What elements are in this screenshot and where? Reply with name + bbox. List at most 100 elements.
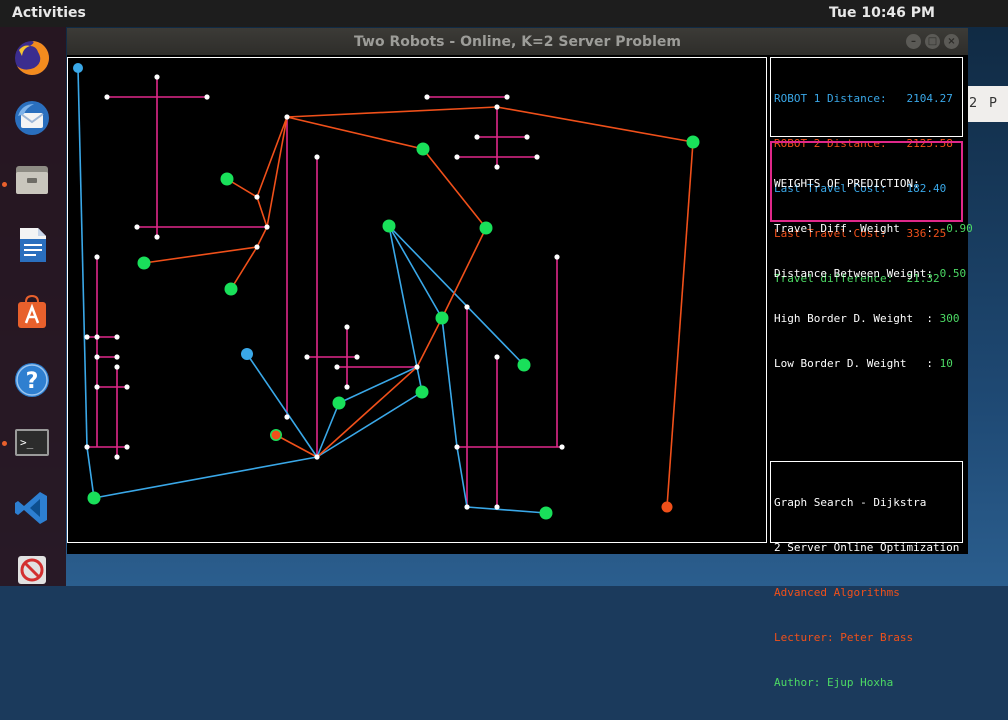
graph-node [154,74,160,80]
libreoffice-writer-icon [20,228,46,262]
weight-value: -0.90 [939,222,973,235]
graph-node [524,134,530,140]
graph-node [344,384,350,390]
robot2-path-segment [316,366,418,458]
weight-label: Low Border D. Weight : [774,357,940,370]
robot2-path-segment [441,227,487,319]
graph-node [344,324,350,330]
graph-node [254,244,260,250]
dock-files[interactable] [9,157,55,203]
graph-node [314,154,320,160]
graph-node [84,334,90,340]
info-lecturer: Lecturer: Peter Brass [774,631,914,644]
weight-value: 0.50 [939,267,967,280]
dock-help[interactable]: ? [9,357,55,403]
robot2-path-segment [416,317,443,368]
weight-row: High Border D. Weight : 300 [774,311,961,326]
dock-vscode[interactable] [9,485,55,531]
info-panel: Graph Search - Dijkstra 2 Server Online … [770,461,963,689]
weight-label: Distance Between Weight: [774,267,940,280]
graph-node [84,444,90,450]
robot2-path-segment [266,116,288,228]
robot2-path-segment [275,434,318,458]
graph-node [134,224,140,230]
robot1-distance-label: ROBOT 1 Distance: [774,92,887,105]
graph-node [114,364,120,370]
robot2-path-segment [666,141,694,508]
firefox-icon [15,41,49,75]
dock: ? >_ [0,27,66,586]
graph-svg [73,63,700,520]
weight-value: 10 [939,357,953,370]
maximize-button[interactable]: □ [925,34,940,49]
request-point [686,135,700,149]
svg-text:?: ? [26,369,39,394]
graph-node [114,334,120,340]
graph-node [94,384,100,390]
robot1-path-segment [93,456,318,499]
robot1-path-segment [316,402,340,458]
robot1-path-segment [77,67,88,448]
graph-node [454,444,460,450]
graph-node [534,154,540,160]
close-button[interactable]: × [944,34,959,49]
robot1-path-segment [441,317,458,448]
graph-node [154,234,160,240]
weight-row: Distance Between Weight: 0.50 [774,266,966,281]
background-window[interactable]: 2 P [966,86,1008,122]
graph-node [494,164,500,170]
top-bar: Activities Tue 10:46 PM [0,0,1008,27]
request-point [435,311,449,325]
graph-node [334,364,340,370]
dock-software[interactable] [9,289,55,335]
graph-node [464,504,470,510]
graph-node [454,154,460,160]
dock-writer[interactable] [9,222,55,268]
request-point [332,396,346,410]
graph-node [264,224,270,230]
vscode-icon [15,492,47,524]
files-icon [16,166,48,194]
robot2-path-segment [286,106,498,118]
robot1-path-segment [246,353,318,458]
robot2-path-segment [256,196,268,228]
graph-node [254,194,260,200]
robot1-distance-value: 2104.27 [906,92,953,105]
help-icon: ? [15,363,49,397]
dock-firefox[interactable] [9,35,55,81]
robot1-path-segment [466,506,547,514]
info-algorithm: Graph Search - Dijkstra [774,496,927,509]
window-title: Two Robots - Online, K=2 Server Problem [354,34,681,50]
request-point [416,142,430,156]
robot2-path-segment [422,148,487,229]
robot2-path-segment [230,246,258,290]
graph-node [94,254,100,260]
dock-thunderbird[interactable] [9,95,55,141]
request-point [517,358,531,372]
graph-node [284,414,290,420]
request-point [382,219,396,233]
weights-heading: WEIGHTS OF PREDICTION: [774,177,920,190]
graph-node [124,444,130,450]
robot1-path-segment [338,366,418,404]
dock-terminal[interactable]: >_ [9,419,55,465]
weights-panel: WEIGHTS OF PREDICTION: Travel Diff. Weig… [770,141,973,370]
minimize-button[interactable]: – [906,34,921,49]
graph-node [494,504,500,510]
graph-canvas[interactable] [67,57,767,543]
robot1-path-segment [456,446,468,508]
clock[interactable]: Tue 10:46 PM [829,5,935,21]
graph-node [424,94,430,100]
graph-node [94,334,100,340]
graph-node [464,304,470,310]
activities-button[interactable]: Activities [12,5,86,21]
graph-node [504,94,510,100]
robot2-marker [271,430,281,440]
window-titlebar[interactable]: Two Robots - Online, K=2 Server Problem … [67,28,968,55]
weight-row: Travel Diff. Weight : -0.90 [774,221,973,236]
request-point [479,221,493,235]
graph-node [414,364,420,370]
dock-app[interactable] [9,547,55,593]
red-app-icon [18,556,46,584]
weight-label: High Border D. Weight : [774,312,940,325]
